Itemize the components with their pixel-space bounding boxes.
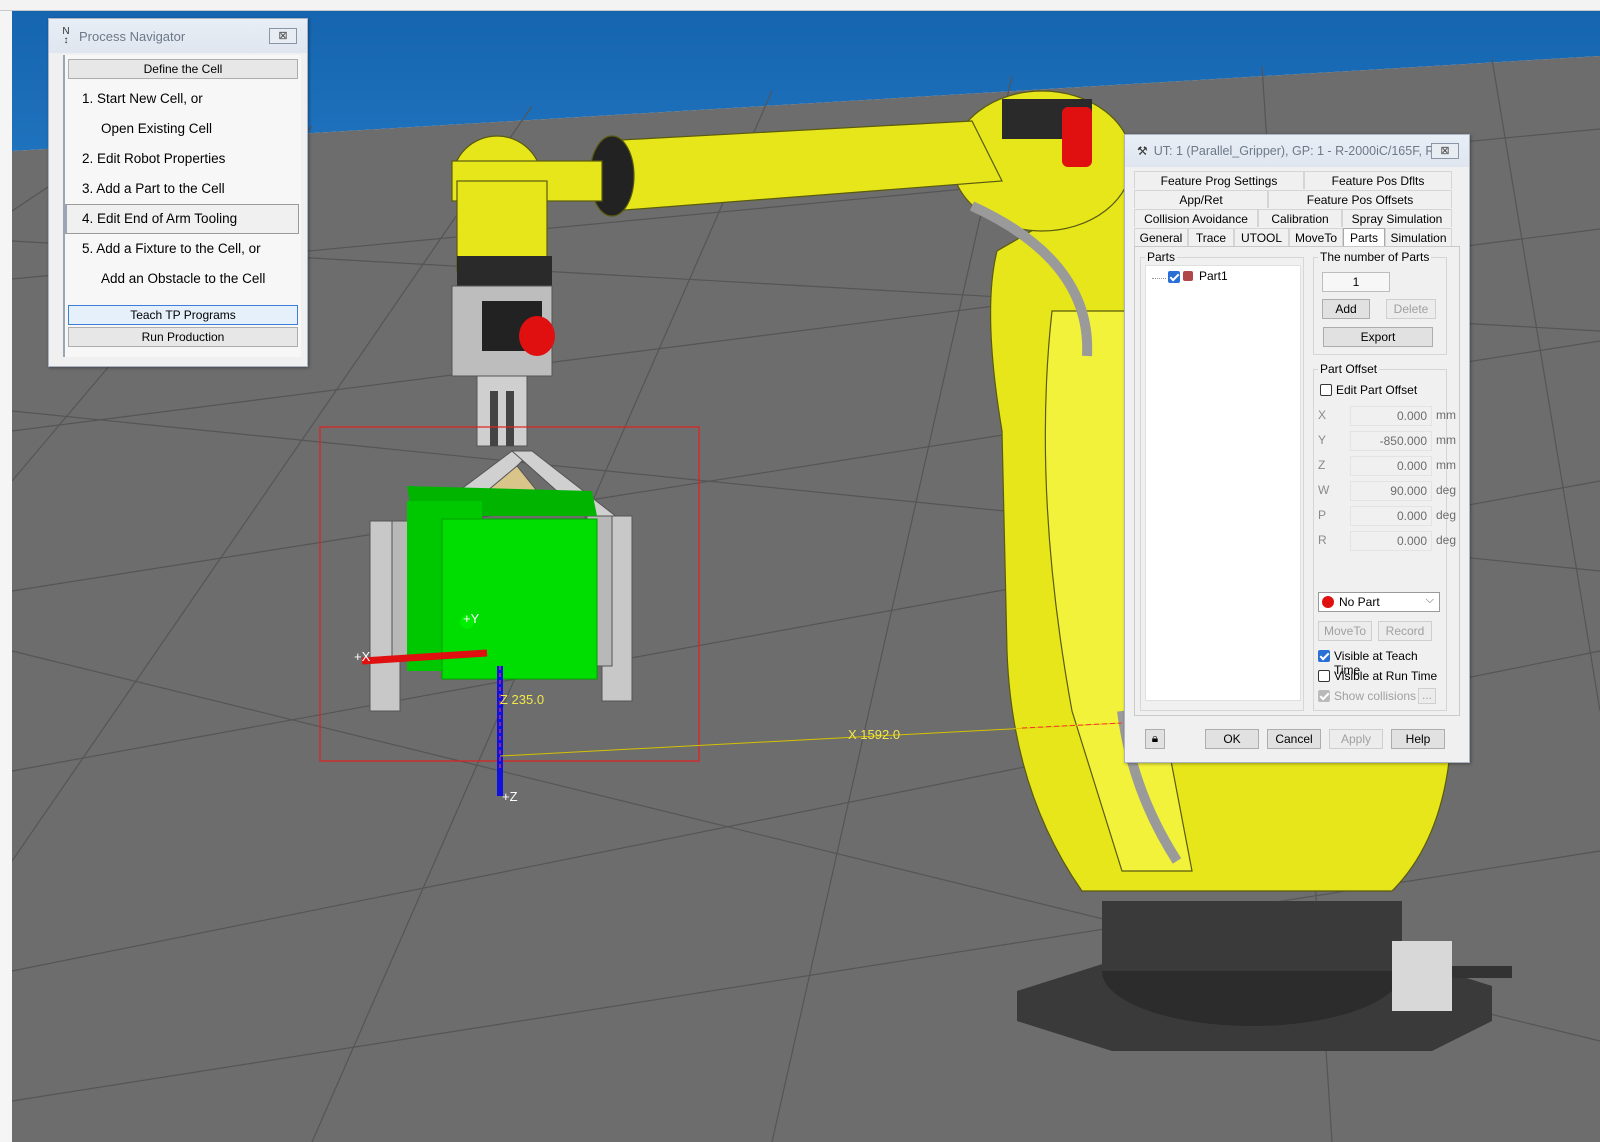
offset-w-label: W: [1318, 483, 1330, 497]
delete-part-button[interactable]: Delete: [1386, 299, 1436, 319]
part-icon: [1183, 271, 1193, 281]
ok-button[interactable]: OK: [1205, 729, 1259, 749]
offset-z-label: Z: [1318, 458, 1326, 472]
tab-simulation[interactable]: Simulation: [1385, 228, 1452, 246]
cancel-button[interactable]: Cancel: [1267, 729, 1321, 749]
parts-tab-panel: Parts Part1 The number of Parts 1 Add De…: [1134, 246, 1460, 716]
tool-properties-dialog: ⚒ UT: 1 (Parallel_Gripper), GP: 1 - R-20…: [1124, 134, 1470, 763]
number-of-parts-group: The number of Parts 1 Add Delete Export: [1313, 250, 1447, 355]
moveto-button[interactable]: MoveTo: [1318, 621, 1372, 641]
export-button[interactable]: Export: [1323, 327, 1433, 347]
process-navigator-close-button[interactable]: ⊠: [269, 28, 297, 44]
tab-feature-pos-dflts[interactable]: Feature Pos Dflts: [1304, 171, 1452, 189]
edit-part-offset-checkbox[interactable]: [1320, 384, 1332, 396]
process-navigator-window: N ↕ Process Navigator ⊠ Define the Cell 1…: [48, 18, 308, 367]
axis-label-x: +X: [354, 649, 371, 664]
axis-label-y: +Y: [463, 611, 480, 626]
tab-collision-avoidance[interactable]: Collision Avoidance: [1134, 209, 1258, 227]
offset-y-unit: mm: [1436, 433, 1456, 447]
tab-row-4: General Trace UTOOL MoveTo Parts Simulat…: [1134, 228, 1452, 246]
parts-group: Parts Part1: [1140, 250, 1304, 711]
axis-label-z: +Z: [502, 789, 518, 804]
add-part-button[interactable]: Add: [1322, 299, 1370, 319]
part-offset-group: Part Offset Edit Part Offset X 0.000 mm …: [1313, 362, 1456, 711]
step-add-part[interactable]: 3. Add a Part to the Cell: [65, 174, 299, 204]
tab-feature-pos-offsets[interactable]: Feature Pos Offsets: [1268, 190, 1452, 208]
offset-w-field[interactable]: 90.000: [1350, 481, 1432, 501]
define-cell-button[interactable]: Define the Cell: [68, 59, 298, 79]
run-production-button[interactable]: Run Production: [68, 327, 298, 347]
part1-checkbox[interactable]: [1168, 271, 1180, 283]
offset-z-field[interactable]: 0.000: [1350, 456, 1432, 476]
offset-z-unit: mm: [1436, 458, 1456, 472]
offset-x-label: X: [1318, 408, 1327, 422]
tab-general[interactable]: General: [1134, 228, 1188, 246]
tab-moveto[interactable]: MoveTo: [1289, 228, 1343, 246]
number-of-parts-field[interactable]: 1: [1322, 272, 1390, 292]
visible-run-label: Visible at Run Time: [1334, 669, 1438, 683]
tab-row-2: App/Ret Feature Pos Offsets: [1134, 190, 1452, 208]
tab-calibration[interactable]: Calibration: [1258, 209, 1342, 227]
apply-button[interactable]: Apply: [1329, 729, 1383, 749]
offset-y-field[interactable]: -850.000: [1350, 431, 1432, 451]
green-part: [407, 486, 598, 680]
offset-x-field[interactable]: 0.000: [1350, 406, 1432, 426]
tool-icon: ⚒: [1137, 144, 1148, 158]
show-collisions-label: Show collisions: [1334, 689, 1417, 703]
record-button[interactable]: Record: [1378, 621, 1432, 641]
tab-row-3: Collision Avoidance Calibration Spray Si…: [1134, 209, 1452, 227]
dimension-label-x: X 1592.0: [848, 727, 900, 742]
part-offset-label: Part Offset: [1318, 362, 1380, 376]
step-add-fixture[interactable]: 5. Add a Fixture to the Cell, or: [65, 234, 299, 264]
edit-part-offset-label: Edit Part Offset: [1336, 383, 1418, 397]
part1-tree-item[interactable]: Part1: [1199, 269, 1228, 283]
tab-parts[interactable]: Parts: [1343, 228, 1385, 246]
dimension-label-z: Z 235.0: [500, 692, 544, 707]
parts-tree[interactable]: Part1: [1145, 265, 1301, 701]
tab-trace[interactable]: Trace: [1188, 228, 1234, 246]
part-select-value: No Part: [1339, 595, 1380, 609]
offset-p-unit: deg: [1436, 508, 1457, 522]
part-select-dropdown[interactable]: No Part ⌵: [1318, 592, 1440, 612]
lock-icon[interactable]: 🔒︎: [1145, 729, 1165, 749]
process-navigator-title: Process Navigator: [79, 28, 186, 44]
tool-dialog-titlebar[interactable]: ⚒ UT: 1 (Parallel_Gripper), GP: 1 - R-20…: [1125, 135, 1469, 167]
offset-r-unit: deg: [1436, 533, 1457, 547]
step-start-new-cell[interactable]: 1. Start New Cell, or: [65, 84, 299, 114]
tool-dialog-title: UT: 1 (Parallel_Gripper), GP: 1 - R-2000…: [1153, 144, 1452, 158]
process-navigator-body: Define the Cell 1. Start New Cell, or Op…: [63, 55, 301, 357]
tool-dialog-close-button[interactable]: ⊠: [1431, 143, 1459, 159]
step-edit-robot-properties[interactable]: 2. Edit Robot Properties: [65, 144, 299, 174]
tab-utool[interactable]: UTOOL: [1234, 228, 1289, 246]
number-of-parts-label: The number of Parts: [1318, 250, 1432, 264]
offset-p-field[interactable]: 0.000: [1350, 506, 1432, 526]
tab-row-1: Feature Prog Settings Feature Pos Dflts: [1134, 171, 1452, 189]
tab-feature-prog-settings[interactable]: Feature Prog Settings: [1134, 171, 1304, 189]
teach-tp-programs-button[interactable]: Teach TP Programs: [68, 305, 298, 325]
tree-connector: [1152, 278, 1166, 279]
show-collisions-checkbox[interactable]: [1318, 690, 1330, 702]
chevron-down-icon: ⌵: [1425, 594, 1434, 606]
tab-app-ret[interactable]: App/Ret: [1134, 190, 1268, 208]
offset-w-unit: deg: [1436, 483, 1457, 497]
parts-group-label: Parts: [1145, 250, 1178, 264]
offset-y-label: Y: [1318, 433, 1327, 447]
offset-r-field[interactable]: 0.000: [1350, 531, 1432, 551]
show-collisions-more-button[interactable]: ...: [1418, 688, 1436, 704]
visible-run-checkbox[interactable]: [1318, 670, 1330, 682]
visible-teach-checkbox[interactable]: [1318, 650, 1330, 662]
step-edit-eoat[interactable]: 4. Edit End of Arm Tooling: [65, 204, 299, 234]
step-open-existing-cell[interactable]: Open Existing Cell: [65, 114, 299, 144]
step-add-obstacle[interactable]: Add an Obstacle to the Cell: [65, 264, 299, 294]
tab-spray-simulation[interactable]: Spray Simulation: [1342, 209, 1452, 227]
no-part-icon: [1322, 596, 1334, 608]
navigator-icon: N ↕: [62, 26, 70, 46]
offset-p-label: P: [1318, 508, 1327, 522]
offset-x-unit: mm: [1436, 408, 1456, 422]
top-toolbar-strip: [0, 0, 1600, 11]
offset-r-label: R: [1318, 533, 1327, 547]
help-button[interactable]: Help: [1391, 729, 1445, 749]
